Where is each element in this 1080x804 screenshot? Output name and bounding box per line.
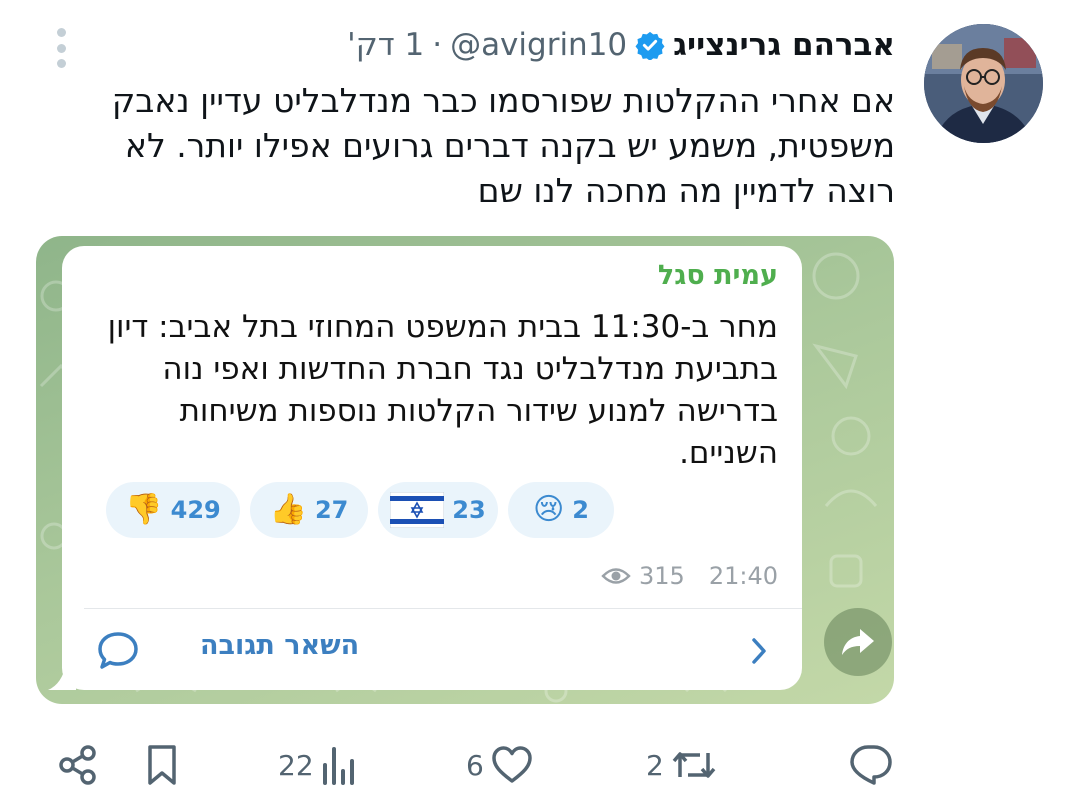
comment-bubble-icon [98, 632, 138, 669]
tweet-header: אברהם גרינצייג @avigrin10 · 1 דק' [347, 20, 895, 70]
share-icon [59, 745, 96, 785]
like-count: 6 [466, 748, 484, 782]
retweet-icon [672, 752, 716, 778]
view-count: 315 [639, 562, 685, 590]
tweet-media-image[interactable]: עמית סגל מחר ב-11:30 בבית המשפט המחוזי ב… [36, 236, 894, 704]
thumbs-down-icon: 👎 [125, 492, 163, 527]
tweet-text: אם אחרי ההקלטות שפורסמו כבר מנדלבליט עדי… [111, 81, 895, 210]
tweet-action-bar: 22 6 2 [0, 735, 1080, 795]
separator-dot: · [432, 27, 443, 63]
reply-button[interactable] [848, 735, 900, 795]
retweet-count: 2 [646, 748, 664, 782]
avatar[interactable] [924, 24, 1043, 143]
share-button[interactable] [56, 735, 100, 795]
like-button[interactable]: 6 [466, 735, 534, 795]
forward-arrow-icon [842, 629, 874, 655]
author-name[interactable]: אברהם גרינצייג [673, 27, 895, 63]
verified-badge-icon [635, 31, 665, 60]
more-options-icon[interactable] [55, 28, 67, 68]
telegram-sender-name: עמית סגל [657, 260, 778, 291]
reaction-count: 23 [452, 496, 486, 524]
avatar-photo [924, 24, 1043, 143]
message-meta: 315 21:40 [601, 562, 778, 590]
israel-flag-icon [390, 492, 445, 528]
reaction-count: 27 [314, 496, 349, 524]
views-button[interactable]: 22 [278, 735, 356, 795]
heart-icon [492, 746, 532, 783]
more-dot [56, 59, 66, 68]
telegram-message-text: מחר ב-11:30 בבית המשפט המחוזי בתל אביב: … [107, 309, 778, 471]
chevron-right-icon [752, 638, 766, 664]
reaction-count: 2 [572, 496, 589, 524]
telegram-message-bubble: עמית סגל מחר ב-11:30 בבית המשפט המחוזי ב… [62, 246, 802, 690]
reply-bubble-icon [850, 745, 892, 785]
reaction-crying: 😢 2 [508, 482, 614, 538]
leave-comment-label: השאר תגובה [200, 630, 360, 661]
views-count: 22 [278, 748, 314, 782]
thumbs-up-icon: 👍 [269, 492, 307, 527]
bookmark-icon [148, 745, 176, 785]
eye-icon [601, 568, 631, 584]
divider [84, 608, 802, 609]
crying-face-icon: 😢 [533, 492, 565, 527]
author-handle[interactable]: @avigrin10 [450, 27, 627, 63]
retweet-button[interactable]: 2 [646, 735, 718, 795]
leave-comment-row: השאר תגובה [62, 626, 802, 676]
bar-chart-icon [322, 747, 354, 785]
bookmark-button[interactable] [142, 735, 182, 795]
reaction-thumbs-down: 👎 429 [106, 482, 240, 538]
forward-share-icon [824, 608, 892, 676]
reaction-flag: 23 [378, 482, 498, 538]
tweet-time[interactable]: 1 דק' [347, 27, 424, 63]
reaction-count: 429 [170, 496, 221, 524]
message-time: 21:40 [708, 562, 778, 590]
more-dot [56, 43, 66, 53]
more-dot [56, 28, 66, 37]
reaction-thumbs-up: 👍 27 [250, 482, 368, 538]
